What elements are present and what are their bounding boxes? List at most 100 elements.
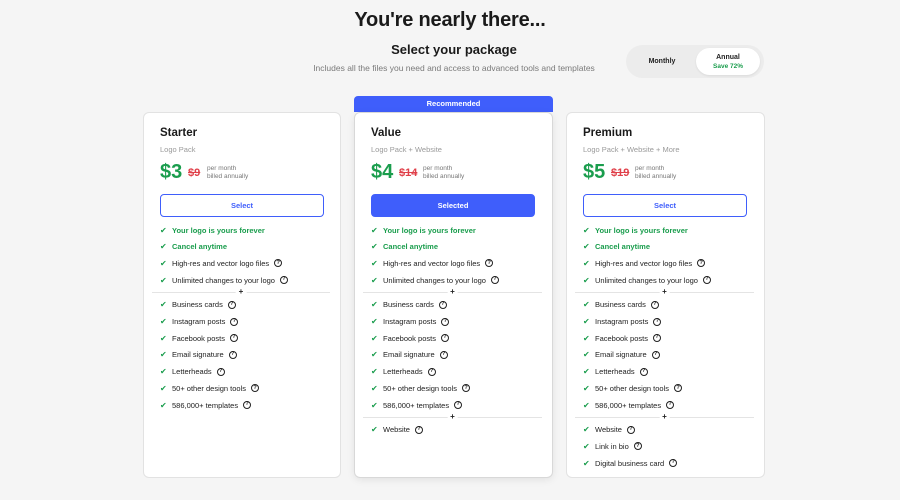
check-icon: ✔ (160, 225, 167, 235)
feature-item: ✔ Email signature? (371, 348, 448, 362)
plan-price: $4 (371, 161, 394, 183)
help-icon[interactable]: ? (652, 334, 661, 343)
help-icon[interactable]: ? (243, 401, 252, 409)
plan-select-button[interactable]: Select (160, 194, 324, 217)
plus-icon: + (447, 286, 458, 297)
billing-toggle[interactable]: Monthly Annual Save 72% (626, 45, 764, 78)
plan-subtitle: Logo Pack + Website + More (583, 145, 680, 154)
feature-label: Letterheads (595, 367, 635, 377)
feature-label: 50+ other design tools (172, 383, 247, 393)
help-icon[interactable]: ? (462, 384, 471, 393)
check-icon: ✔ (583, 242, 590, 252)
help-icon[interactable]: ? (650, 300, 659, 309)
check-icon: ✔ (371, 300, 378, 310)
help-icon[interactable]: ? (702, 276, 711, 285)
help-icon[interactable]: ? (441, 317, 450, 326)
feature-group-separator: + (363, 286, 542, 297)
plan-old-price: $19 (611, 167, 630, 179)
check-icon: ✔ (371, 242, 378, 252)
plan-price-note: per month billed annually (423, 165, 464, 181)
price-note-line: billed annually (635, 173, 677, 180)
help-icon[interactable]: ? (439, 350, 448, 359)
help-icon[interactable]: ? (414, 425, 423, 434)
plan-select-button[interactable]: Selected (371, 194, 535, 217)
feature-label: High-res and vector logo files (595, 258, 693, 268)
feature-group-separator: + (363, 411, 542, 422)
check-icon: ✔ (160, 258, 167, 268)
feature-item: ✔ Letterheads? (583, 365, 648, 379)
feature-label: Instagram posts (172, 317, 226, 326)
help-icon[interactable]: ? (230, 317, 239, 326)
annual-save-badge: Save 72% (713, 62, 743, 70)
help-icon[interactable]: ? (626, 425, 635, 434)
help-icon[interactable]: ? (216, 367, 225, 376)
feature-label: 586,000+ templates (383, 400, 450, 410)
feature-group-separator: + (575, 286, 754, 297)
plan-price: $3 (160, 161, 183, 183)
plan-price: $5 (583, 161, 606, 183)
billing-monthly-option[interactable]: Monthly (630, 48, 694, 75)
feature-label: Unlimited changes to your logo (172, 275, 275, 285)
feature-item: ✔ Unlimited changes to your logo? (371, 273, 499, 287)
feature-item: ✔ Business cards? (583, 298, 659, 312)
help-icon[interactable]: ? (427, 367, 436, 376)
feature-label: Email signature (595, 350, 647, 360)
billing-annual-option[interactable]: Annual Save 72% (696, 48, 760, 75)
plan-old-price: $14 (399, 167, 418, 179)
check-icon: ✔ (583, 275, 590, 285)
check-icon: ✔ (371, 317, 378, 326)
feature-item: ✔ 50+ other design tools? (371, 381, 471, 395)
help-icon[interactable]: ? (639, 367, 648, 376)
help-icon[interactable]: ? (653, 317, 662, 326)
help-icon[interactable]: ? (228, 350, 237, 359)
feature-label: Unlimited changes to your logo (595, 275, 698, 285)
feature-item: ✔ Your logo is yours forever (160, 223, 265, 237)
feature-item: ✔ Unlimited changes to your logo? (583, 273, 711, 287)
help-icon[interactable]: ? (674, 384, 683, 393)
check-icon: ✔ (583, 258, 590, 268)
feature-label: Website (383, 425, 410, 435)
check-icon: ✔ (160, 400, 167, 410)
help-icon[interactable]: ? (490, 276, 499, 285)
help-icon[interactable]: ? (669, 459, 678, 468)
feature-label: Cancel anytime (383, 242, 439, 252)
feature-item: ✔ Instagram posts? (160, 315, 239, 329)
check-icon: ✔ (583, 425, 590, 435)
plan-price-note: per month billed annually (207, 165, 248, 181)
feature-item: ✔ 586,000+ templates? (371, 398, 463, 412)
help-icon[interactable]: ? (229, 334, 238, 343)
feature-label: Letterheads (383, 367, 423, 377)
help-icon[interactable]: ? (227, 300, 236, 309)
help-icon[interactable]: ? (279, 276, 288, 285)
help-icon[interactable]: ? (454, 401, 463, 409)
plan-price-note: per month billed annually (635, 165, 676, 181)
check-icon: ✔ (371, 350, 378, 360)
plan-card-starter: Starter Logo Pack $3 $9 per month billed annu… (143, 112, 341, 478)
feature-item: ✔ Instagram posts? (583, 315, 662, 329)
help-icon[interactable]: ? (697, 259, 706, 268)
feature-label: Email signature (172, 350, 224, 360)
help-icon[interactable]: ? (251, 384, 260, 393)
feature-item: ✔ Cancel anytime (160, 240, 227, 254)
check-icon: ✔ (583, 383, 590, 393)
billing-monthly-label: Monthly (648, 58, 676, 65)
help-icon[interactable]: ? (485, 259, 494, 268)
price-note-line: billed annually (207, 173, 249, 180)
help-icon[interactable]: ? (274, 259, 283, 268)
check-icon: ✔ (160, 317, 167, 326)
check-icon: ✔ (160, 242, 167, 252)
help-icon[interactable]: ? (633, 442, 642, 451)
plan-select-button[interactable]: Select (583, 194, 747, 217)
plan-subtitle: Logo Pack (160, 145, 196, 154)
help-icon[interactable]: ? (651, 350, 660, 359)
page-title: You're nearly there... (354, 9, 546, 31)
help-icon[interactable]: ? (438, 300, 447, 309)
help-icon[interactable]: ? (440, 334, 449, 343)
check-icon: ✔ (371, 425, 378, 435)
help-icon[interactable]: ? (666, 401, 675, 409)
check-icon: ✔ (371, 225, 378, 235)
feature-label: Your logo is yours forever (383, 225, 476, 235)
feature-item: ✔ Link in bio? (583, 439, 642, 453)
feature-label: Link in bio (595, 441, 629, 451)
check-icon: ✔ (160, 350, 167, 360)
